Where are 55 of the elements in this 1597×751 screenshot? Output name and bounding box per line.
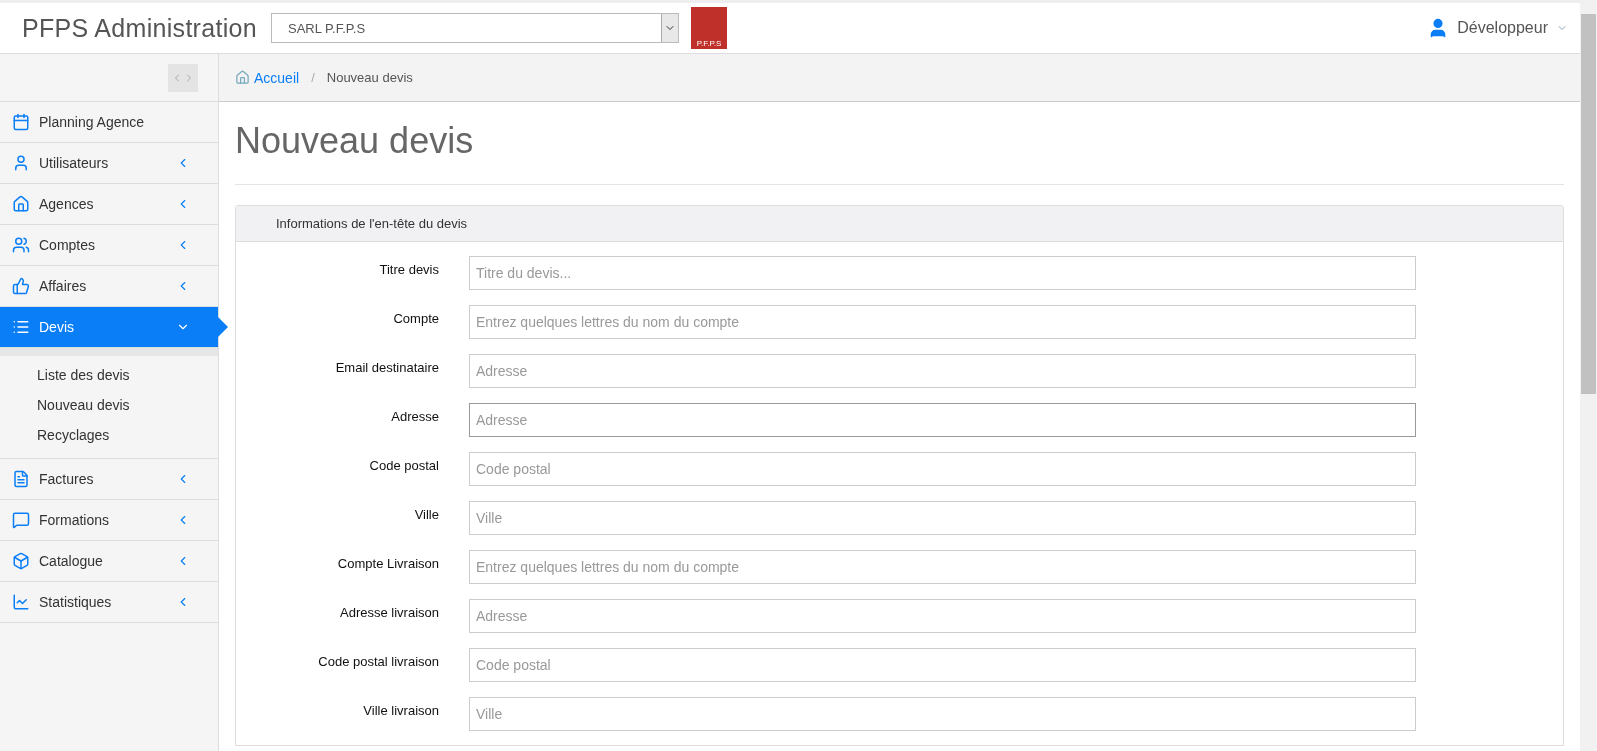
field-label: Ville: [413, 506, 439, 522]
field-label: Code postal livraison: [317, 653, 439, 669]
field-label: Code postal: [368, 457, 439, 473]
scrollbar[interactable]: [1580, 0, 1597, 751]
breadcrumb-separator: /: [310, 70, 316, 85]
input-field[interactable]: Titre du devis...: [469, 256, 1416, 290]
sidebar-item[interactable]: Agences: [0, 184, 218, 225]
sidebar-item[interactable]: Factures: [0, 459, 218, 500]
sidebar-item[interactable]: Formations: [0, 500, 218, 541]
breadcrumb-current: Nouveau devis: [326, 70, 413, 85]
cube-icon: [12, 552, 30, 570]
field-label: Adresse livraison: [339, 604, 439, 620]
sidebar-item[interactable]: Catalogue: [0, 541, 218, 582]
submenu-item[interactable]: Nouveau devis: [0, 390, 218, 420]
input-field[interactable]: Entrez quelques lettres du nom du compte: [469, 305, 1416, 339]
line-chart-icon: [12, 593, 30, 611]
panel-header: Informations de l'en-tête du devis: [236, 206, 1563, 242]
sidebar-item[interactable]: Comptes: [0, 225, 218, 266]
field-label: Email destinataire: [334, 359, 439, 375]
input-field[interactable]: Ville: [469, 501, 1416, 535]
input-field[interactable]: Entrez quelques lettres du nom du compte: [469, 550, 1416, 584]
company-select[interactable]: SARL P.F.P.S: [270, 13, 679, 43]
list-icon: [12, 318, 30, 336]
input-field[interactable]: Adresse: [469, 403, 1416, 437]
field-label: Adresse: [390, 408, 439, 424]
home-icon: [12, 195, 30, 213]
document-icon: [12, 470, 30, 488]
input-field[interactable]: Adresse: [469, 599, 1416, 633]
app-title: PFPS Administration: [22, 13, 257, 43]
field-label: Compte Livraison: [336, 555, 439, 571]
company-logo: P.F.P.S: [690, 7, 727, 49]
field-label: Ville livraison: [362, 702, 439, 718]
sidebar-item[interactable]: Utilisateurs: [0, 143, 218, 184]
home-icon: [235, 70, 250, 85]
user-menu[interactable]: Développeur: [1457, 19, 1548, 37]
input-field[interactable]: Adresse: [469, 354, 1416, 388]
thumbs-up-icon: [12, 277, 30, 295]
field-label: Compte: [392, 310, 439, 326]
sidebar-toggle[interactable]: [168, 63, 198, 92]
users-icon: [12, 236, 30, 254]
sidebar-item[interactable]: Statistiques: [0, 582, 218, 623]
sidebar-item[interactable]: Devis: [0, 307, 218, 348]
submenu-item[interactable]: Liste des devis: [0, 360, 218, 390]
page-title: Nouveau devis: [235, 120, 475, 163]
submenu-item[interactable]: Recyclages: [0, 420, 218, 450]
input-field[interactable]: Ville: [469, 697, 1416, 731]
user-icon: [12, 154, 30, 172]
chat-icon: [12, 511, 30, 529]
input-field[interactable]: Code postal: [469, 452, 1416, 486]
sidebar-item[interactable]: Planning Agence: [0, 102, 218, 143]
calendar-icon: [12, 113, 30, 131]
field-label: Titre devis: [378, 261, 439, 277]
input-field[interactable]: Code postal: [469, 648, 1416, 682]
breadcrumb-link[interactable]: Accueil: [235, 69, 300, 86]
active-pointer: [218, 317, 228, 337]
